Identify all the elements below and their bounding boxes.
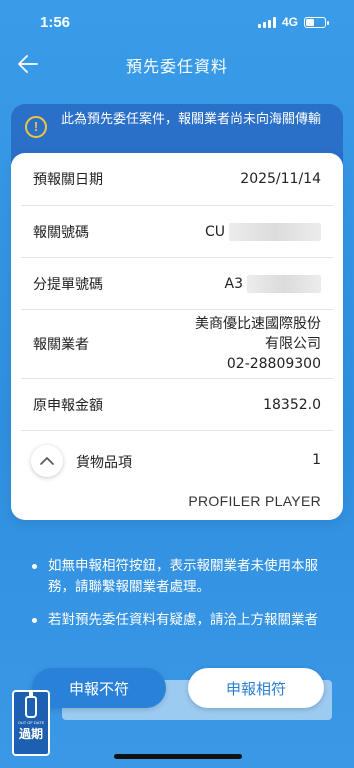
broker-name-line1: 美商優比速國際股份 — [195, 316, 321, 332]
bill-number-value: A3 — [224, 274, 333, 293]
declaration-number-prefix: CU — [204, 223, 225, 240]
goods-label: 貨物品項 — [76, 455, 132, 471]
goods-item-name: PROFILER PLAYER — [188, 493, 321, 509]
status-indicators: 4G — [257, 15, 329, 29]
notice-text: 此為預先委任案件，報關業者尚未向海關傳輸 — [61, 112, 322, 127]
network-type: 4G — [281, 15, 298, 29]
amount-value: 18352.0 — [263, 396, 321, 413]
action-bar: 申報不符 申報相符 — [0, 664, 354, 720]
bottle-icon — [25, 692, 37, 718]
row-declaration-date: 預報關日期 2025/11/14 — [21, 153, 333, 206]
bill-number-prefix: A3 — [224, 275, 243, 292]
declaration-date-value: 2025/11/14 — [240, 171, 321, 187]
bullet-icon — [32, 564, 37, 569]
amount-label: 原申報金額 — [33, 397, 103, 414]
goods-count: 1 — [312, 452, 321, 468]
broker-phone: 02-28809300 — [226, 356, 321, 372]
masked-region — [229, 222, 321, 241]
list-item: 若對預先委任資料有疑慮，請洽上方報關業者 — [26, 610, 330, 631]
declaration-number-value: CU — [204, 222, 333, 241]
status-bar: 1:56 4G — [0, 0, 354, 44]
home-indicator[interactable] — [114, 754, 242, 759]
masked-region — [247, 274, 321, 293]
status-time: 1:56 — [40, 14, 71, 31]
declaration-number-label: 報關號碼 — [33, 224, 89, 241]
badge-text: 過期 — [18, 727, 43, 741]
row-bill-number: 分提單號碼 A3 — [21, 258, 333, 310]
exclamation-circle-icon: ! — [25, 116, 47, 138]
bullet-icon — [32, 618, 37, 623]
goods-section: 貨物品項 1 PROFILER PLAYER — [21, 431, 333, 520]
broker-label: 報關業者 — [33, 337, 89, 353]
declaration-date-label: 預報關日期 — [33, 172, 103, 188]
declaration-match-button[interactable]: 申報相符 — [188, 668, 324, 708]
goods-collapse-button[interactable] — [31, 445, 63, 477]
row-declared-amount: 原申報金額 18352.0 — [21, 379, 333, 431]
chevron-up-icon — [40, 457, 54, 465]
battery-icon — [304, 16, 329, 28]
expired-badge: OUT OF DATE 過期 — [12, 690, 50, 756]
signal-icon — [257, 16, 276, 28]
row-customs-broker: 報關業者 美商優比速國際股份 有限公司 02-28809300 — [21, 310, 333, 379]
note-text: 如無申報相符按鈕，表示報關業者未使用本服務，請聯繫報關業者處理。 — [48, 558, 318, 595]
notes-list: 如無申報相符按鈕，表示報關業者未使用本服務，請聯繫報關業者處理。 若對預先委任資… — [26, 556, 330, 643]
details-card: 預報關日期 2025/11/14 報關號碼 CU 分提單號碼 A3 報關業者 美… — [11, 153, 343, 520]
list-item: 如無申報相符按鈕，表示報關業者未使用本服務，請聯繫報關業者處理。 — [26, 556, 330, 598]
row-declaration-number: 報關號碼 CU — [21, 206, 333, 258]
broker-name-line2: 有限公司 — [265, 336, 321, 352]
broker-value: 美商優比速國際股份 有限公司 02-28809300 — [195, 314, 333, 374]
page-title: 預先委任資料 — [125, 57, 228, 76]
declaration-mismatch-button[interactable]: 申報不符 — [32, 668, 166, 708]
nav-bar: 預先委任資料 — [0, 44, 354, 84]
bill-number-label: 分提單號碼 — [33, 276, 103, 293]
note-text: 若對預先委任資料有疑慮，請洽上方報關業者 — [48, 612, 318, 628]
